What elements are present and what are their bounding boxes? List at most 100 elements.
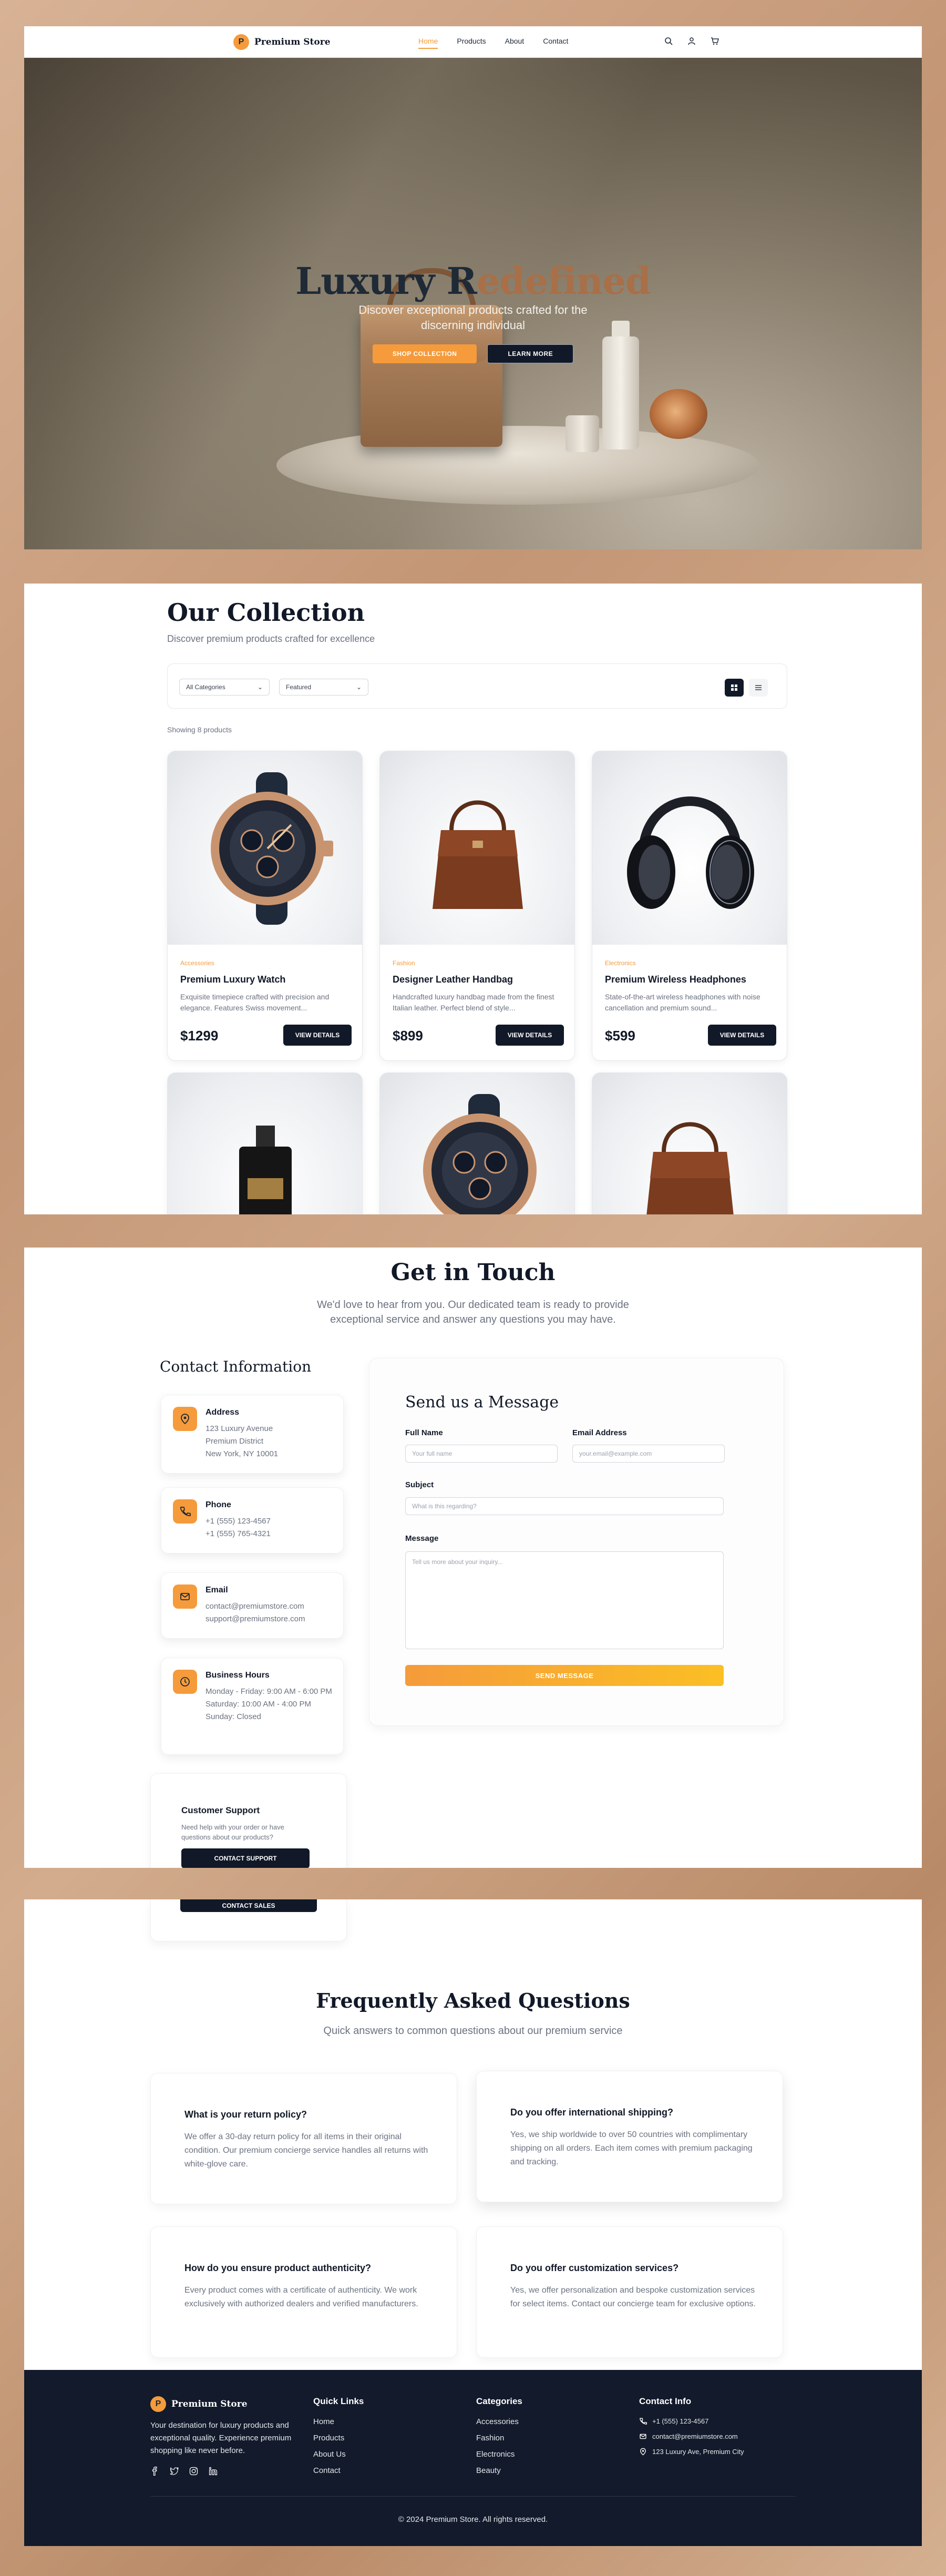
hero-title-accent: edefined: [476, 259, 651, 303]
product-image-handbag: [380, 751, 574, 945]
nav-link-about[interactable]: About: [505, 37, 525, 49]
product-card-body: Accessories Premium Luxury Watch Exquisi…: [180, 959, 351, 1015]
filter-bar: All Categories ⌄ Featured ⌄: [167, 663, 787, 709]
footer-category-fashion[interactable]: Fashion: [476, 2434, 522, 2442]
contact-card-phone: Phone +1 (555) 123-4567 +1 (555) 765-432…: [161, 1487, 344, 1553]
product-card[interactable]: Accessories Premium Luxury Watch Exquisi…: [167, 751, 363, 1061]
send-message-button[interactable]: SEND MESSAGE: [405, 1665, 724, 1686]
contact-card-label: Address: [205, 1408, 240, 1417]
list-view-button[interactable]: [749, 679, 768, 697]
product-name[interactable]: Designer Leather Handbag: [393, 974, 563, 985]
instagram-icon[interactable]: [189, 2467, 198, 2476]
map-pin-icon: [640, 2448, 646, 2456]
message-label: Message: [405, 1534, 439, 1543]
view-details-button[interactable]: VIEW DETAILS: [496, 1025, 564, 1046]
email-line[interactable]: support@premiumstore.com: [205, 1613, 337, 1626]
linkedin-icon[interactable]: [209, 2467, 218, 2476]
contact-card-lines: contact@premiumstore.com support@premium…: [205, 1600, 337, 1626]
hero-title: Luxury Redefined: [24, 259, 922, 303]
cart-icon[interactable]: [711, 37, 719, 45]
product-card-body: Fashion Designer Leather Handbag Handcra…: [393, 959, 563, 1015]
footer-logo[interactable]: P Premium Store: [150, 2396, 248, 2412]
full-name-label: Full Name: [405, 1428, 443, 1437]
user-icon[interactable]: [687, 37, 696, 45]
collection-section: Our Collection Discover premium products…: [24, 584, 922, 1214]
email-input[interactable]: your.email@example.com: [572, 1445, 725, 1463]
footer-phone-text: +1 (555) 123-4567: [652, 2417, 709, 2425]
hero-rose-image: [650, 389, 707, 439]
faq-item[interactable]: Do you offer customization services? Yes…: [476, 2226, 783, 2358]
faq-answer: Yes, we ship worldwide to over 50 countr…: [510, 2130, 753, 2166]
footer-link-home[interactable]: Home: [313, 2417, 364, 2426]
footer-link-products[interactable]: Products: [313, 2434, 364, 2442]
contact-card-lines: 123 Luxury Avenue Premium District New Y…: [205, 1423, 337, 1460]
search-icon[interactable]: [664, 37, 673, 45]
full-name-input[interactable]: Your full name: [405, 1445, 558, 1463]
footer-phone[interactable]: +1 (555) 123-4567: [639, 2417, 744, 2425]
product-card[interactable]: Fashion Designer Leather Handbag Handcra…: [379, 751, 575, 1061]
hero-jar-image: [565, 415, 599, 452]
email-line[interactable]: contact@premiumstore.com: [205, 1600, 337, 1613]
grid-view-button[interactable]: [725, 679, 744, 697]
footer-link-about[interactable]: About Us: [313, 2450, 364, 2459]
footer-category-electronics[interactable]: Electronics: [476, 2450, 522, 2459]
facebook-icon[interactable]: [150, 2467, 159, 2476]
contact-card-label: Phone: [205, 1500, 231, 1509]
phone-line[interactable]: +1 (555) 123-4567: [205, 1515, 337, 1528]
footer-categories: Categories Accessories Fashion Electroni…: [476, 2396, 522, 2482]
learn-more-button[interactable]: LEARN MORE: [487, 344, 574, 363]
footer-email[interactable]: contact@premiumstore.com: [639, 2432, 744, 2440]
contact-sales-button[interactable]: CONTACT SALES: [180, 1899, 317, 1912]
sort-select[interactable]: Featured ⌄: [279, 679, 368, 696]
subject-input[interactable]: What is this regarding?: [405, 1497, 724, 1515]
top-navbar: P Premium Store Home Products About Cont…: [24, 26, 922, 58]
footer-link-contact[interactable]: Contact: [313, 2466, 364, 2475]
logo-mark: P: [233, 34, 249, 50]
product-card[interactable]: [592, 1072, 787, 1214]
view-details-button[interactable]: VIEW DETAILS: [283, 1025, 352, 1046]
nav-icons: [664, 37, 719, 45]
faq-item[interactable]: What is your return policy? We offer a 3…: [150, 2073, 457, 2204]
footer-category-beauty[interactable]: Beauty: [476, 2466, 522, 2475]
footer-quick-links: Quick Links Home Products About Us Conta…: [313, 2396, 364, 2482]
nav-links: Home Products About Contact: [418, 37, 568, 49]
product-image-handbag: [592, 1073, 787, 1214]
faq-answer: Yes, we offer personalization and bespok…: [510, 2286, 756, 2308]
mail-icon: [173, 1585, 197, 1609]
hours-line: Monday - Friday: 9:00 AM - 6:00 PM: [205, 1687, 332, 1696]
contact-card-lines: +1 (555) 123-4567 +1 (555) 765-4321: [205, 1515, 337, 1540]
view-details-button[interactable]: VIEW DETAILS: [708, 1025, 776, 1046]
clock-icon: [173, 1670, 197, 1694]
contact-sales-card: CONTACT SALES: [150, 1899, 347, 1941]
email-label: Email Address: [572, 1428, 627, 1437]
faq-item[interactable]: How do you ensure product authenticity? …: [150, 2226, 457, 2358]
logo[interactable]: P Premium Store: [233, 34, 331, 50]
category-select[interactable]: All Categories ⌄: [179, 679, 270, 696]
shop-collection-button[interactable]: SHOP COLLECTION: [372, 344, 477, 363]
product-card[interactable]: [379, 1072, 575, 1214]
hero-buttons: SHOP COLLECTION LEARN MORE: [24, 344, 922, 363]
chevron-down-icon: ⌄: [356, 683, 362, 691]
product-category: Electronics: [605, 959, 636, 967]
nav-link-products[interactable]: Products: [457, 37, 486, 49]
product-description: State-of-the-art wireless headphones wit…: [605, 993, 760, 1012]
collection-subtitle: Discover premium products crafted for ex…: [167, 633, 375, 644]
product-category: Accessories: [180, 959, 214, 967]
nav-link-home[interactable]: Home: [418, 37, 438, 49]
product-name[interactable]: Premium Wireless Headphones: [605, 974, 775, 985]
form-title: Send us a Message: [405, 1393, 559, 1412]
faq-section: CONTACT SALES Frequently Asked Questions…: [24, 1899, 922, 2370]
contact-support-button[interactable]: CONTACT SUPPORT: [181, 1848, 310, 1868]
product-name[interactable]: Premium Luxury Watch: [180, 974, 351, 985]
twitter-icon[interactable]: [170, 2467, 179, 2476]
product-card[interactable]: Electronics Premium Wireless Headphones …: [592, 751, 787, 1061]
footer-category-accessories[interactable]: Accessories: [476, 2417, 522, 2426]
contact-card-email: Email contact@premiumstore.com support@p…: [161, 1572, 344, 1639]
faq-question: Do you offer customization services?: [510, 2263, 679, 2273]
phone-line[interactable]: +1 (555) 765-4321: [205, 1528, 337, 1540]
product-card[interactable]: [167, 1072, 363, 1214]
product-image-watch: [380, 1073, 574, 1214]
nav-link-contact[interactable]: Contact: [543, 37, 568, 49]
message-textarea[interactable]: Tell us more about your inquiry...: [405, 1551, 724, 1649]
faq-item[interactable]: Do you offer international shipping? Yes…: [476, 2071, 783, 2202]
